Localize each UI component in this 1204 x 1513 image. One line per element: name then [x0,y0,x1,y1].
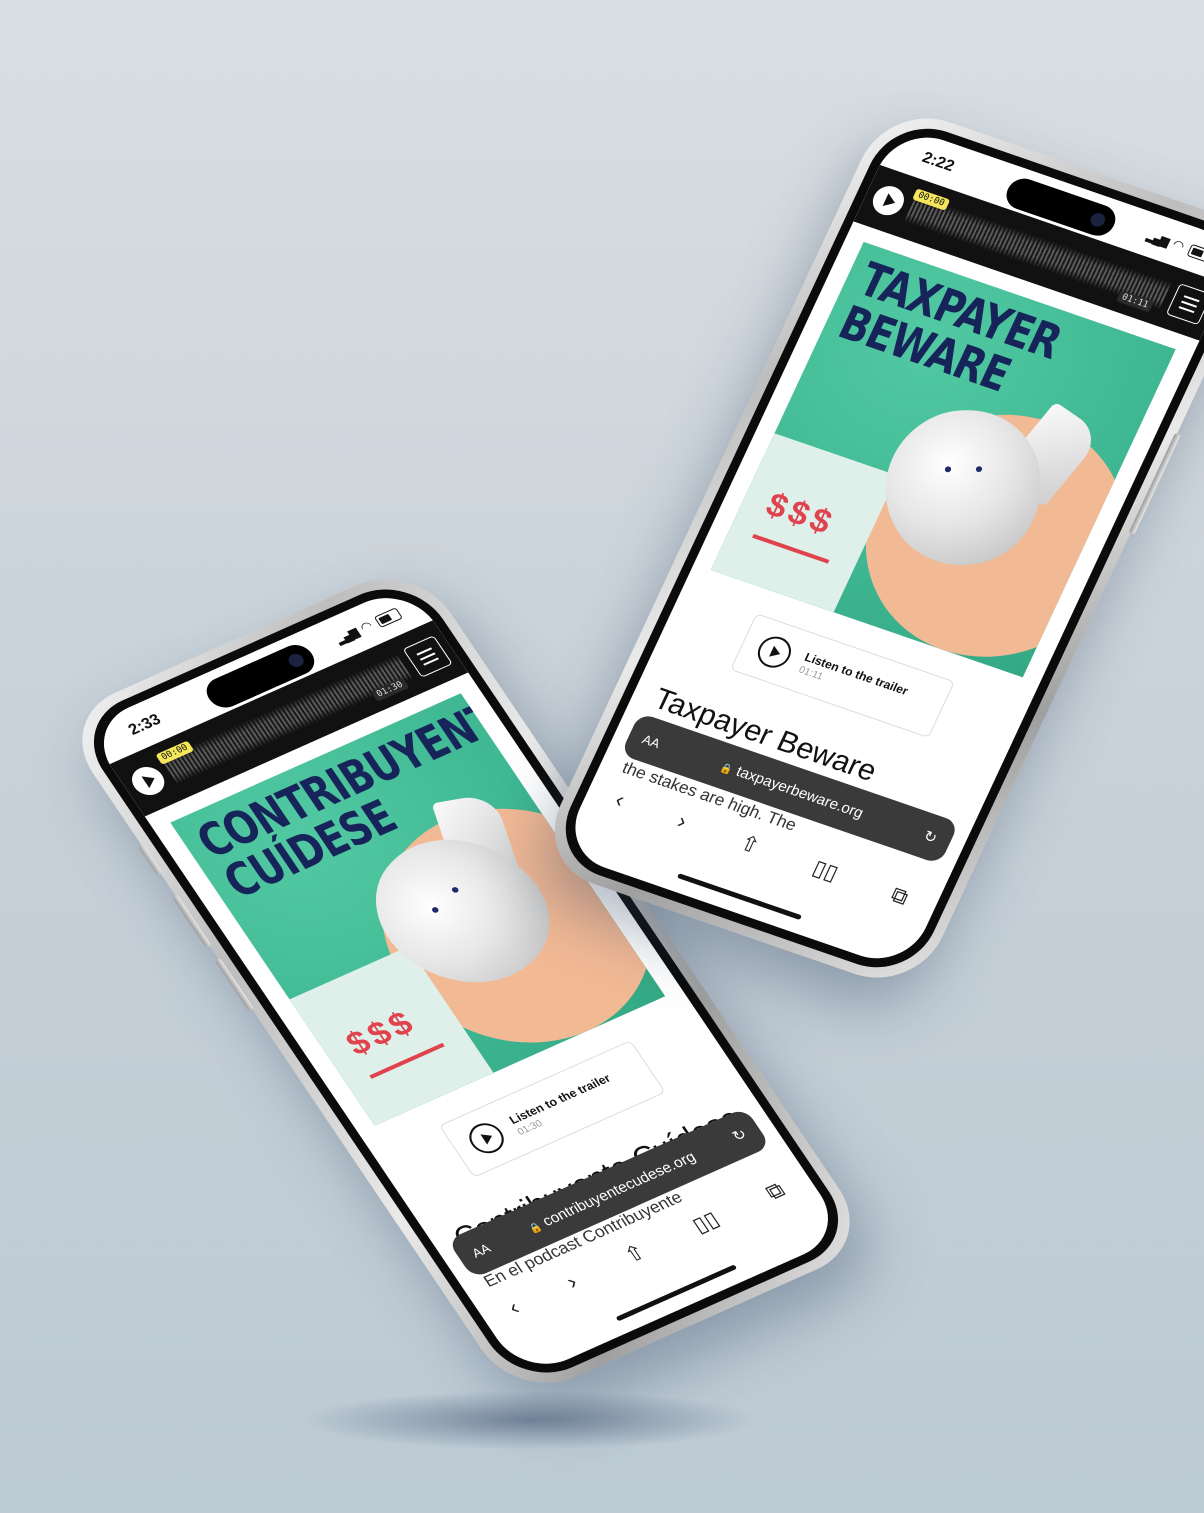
bezel: 2:22 ▂▄▆ ◠ 00:00 01:11 $$$ TAXPAYER BEWA… [547,113,1204,983]
play-icon [752,632,797,672]
wifi-icon: ◠ [1170,236,1188,254]
signal-icon: ▂▄▆ [1144,228,1171,249]
status-time: 2:33 [125,711,165,739]
floor-shadow [300,1390,760,1450]
wifi-icon: ◠ [356,617,376,636]
phone-right: 2:22 ▂▄▆ ◠ 00:00 01:11 $$$ TAXPAYER BEWA… [533,101,1204,995]
pig-eye [944,466,952,473]
camera [285,651,307,670]
reader-aa-button[interactable]: AA [640,731,663,750]
share-icon[interactable]: ⇧ [736,830,764,860]
battery-icon [1186,243,1204,264]
share-icon[interactable]: ⇧ [619,1239,651,1268]
pig-eye [430,906,440,914]
bookmarks-icon[interactable]: ▯▯ [808,855,843,887]
back-icon[interactable]: ‹ [503,1295,524,1320]
screen: 2:22 ▂▄▆ ◠ 00:00 01:11 $$$ TAXPAYER BEWA… [559,124,1204,972]
forward-icon[interactable]: › [673,808,692,834]
reload-icon[interactable]: ↻ [921,827,941,848]
pig-eye [450,885,460,894]
tabs-icon[interactable]: ⧉ [761,1177,790,1205]
menu-button[interactable] [402,635,453,678]
pig-eye [975,466,983,473]
forward-icon[interactable]: › [561,1270,582,1295]
play-button[interactable] [125,762,171,800]
battery-icon [373,606,403,628]
play-button[interactable] [867,182,909,220]
signal-icon: ▂▄▆ [332,625,360,647]
menu-button[interactable] [1165,283,1204,326]
lock-icon: 🔒 [526,1220,545,1236]
bookmarks-icon[interactable]: ▯▯ [687,1206,724,1238]
reader-aa-button[interactable]: AA [469,1240,493,1260]
lock-icon: 🔒 [718,761,735,776]
reload-icon[interactable]: ↻ [729,1125,750,1145]
camera [1088,211,1108,229]
back-icon[interactable]: ‹ [611,787,629,813]
status-time: 2:22 [919,149,957,176]
play-icon [462,1118,511,1159]
tabs-icon[interactable]: ⧉ [887,882,912,911]
